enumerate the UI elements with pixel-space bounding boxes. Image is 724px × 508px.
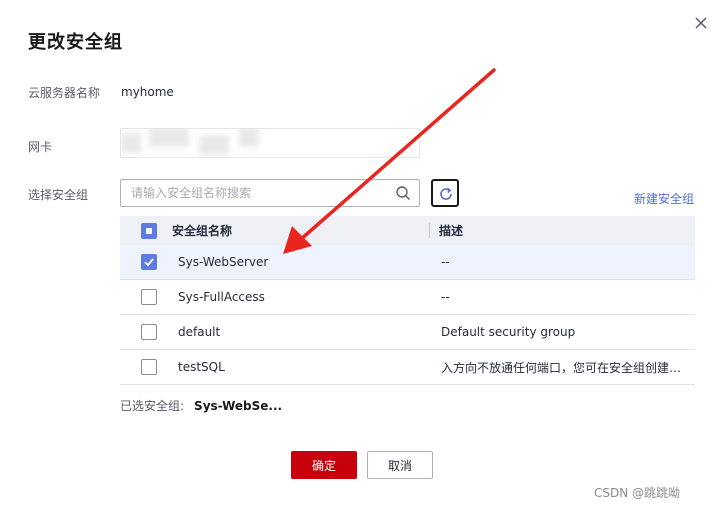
row-checkbox[interactable] — [141, 254, 157, 270]
server-name-value: myhome — [121, 85, 174, 99]
select-all-checkbox[interactable] — [141, 222, 157, 239]
row-checkbox[interactable] — [141, 324, 157, 340]
row-description: -- — [441, 255, 450, 269]
header-description: 描述 — [439, 224, 464, 238]
table-row[interactable]: Sys-FullAccess -- — [120, 280, 695, 315]
row-checkbox[interactable] — [141, 289, 157, 305]
refresh-button[interactable] — [431, 179, 459, 207]
selected-label: 已选安全组: — [120, 399, 185, 413]
select-sg-label: 选择安全组 — [28, 188, 89, 202]
cancel-button[interactable]: 取消 — [367, 451, 433, 479]
sg-search-box — [120, 179, 420, 207]
security-group-table: 安全组名称 描述 Sys-WebServer -- Sys-FullAccess… — [120, 216, 695, 385]
sg-search-input[interactable] — [131, 185, 391, 201]
row-checkbox[interactable] — [141, 359, 157, 375]
dialog-title: 更改安全组 — [28, 32, 123, 53]
row-description: 入方向不放通任何端口，您可在安全组创建… — [441, 360, 682, 375]
column-divider — [429, 223, 430, 238]
check-icon — [144, 258, 154, 267]
refresh-icon — [440, 187, 452, 200]
confirm-button[interactable]: 确定 — [291, 451, 357, 479]
close-icon[interactable] — [692, 14, 710, 32]
row-description: Default security group — [441, 325, 576, 339]
row-description: -- — [441, 290, 450, 304]
watermark: CSDN @跳跳呦 — [594, 486, 681, 500]
table-row[interactable]: default Default security group — [120, 315, 695, 350]
table-row[interactable]: testSQL 入方向不放通任何端口，您可在安全组创建… — [120, 350, 695, 385]
row-name: default — [178, 325, 221, 339]
search-icon[interactable] — [395, 185, 411, 201]
header-name: 安全组名称 — [172, 224, 233, 238]
row-name: Sys-FullAccess — [178, 290, 265, 304]
server-name-label: 云服务器名称 — [28, 86, 101, 100]
create-security-group-link[interactable]: 新建安全组 — [634, 190, 694, 207]
table-header: 安全组名称 描述 — [120, 216, 695, 245]
nic-label: 网卡 — [28, 140, 53, 154]
table-row[interactable]: Sys-WebServer -- — [120, 245, 695, 280]
selected-value: Sys-WebSe... — [194, 399, 283, 413]
change-security-group-dialog: 更改安全组 云服务器名称 myhome 网卡 选择安全组 新建安全组 安全组名称… — [0, 0, 724, 508]
row-name: testSQL — [178, 360, 225, 374]
row-name: Sys-WebServer — [178, 255, 269, 269]
nic-select-blurred[interactable] — [120, 128, 420, 158]
selected-security-groups: 已选安全组: Sys-WebSe... — [120, 397, 282, 414]
